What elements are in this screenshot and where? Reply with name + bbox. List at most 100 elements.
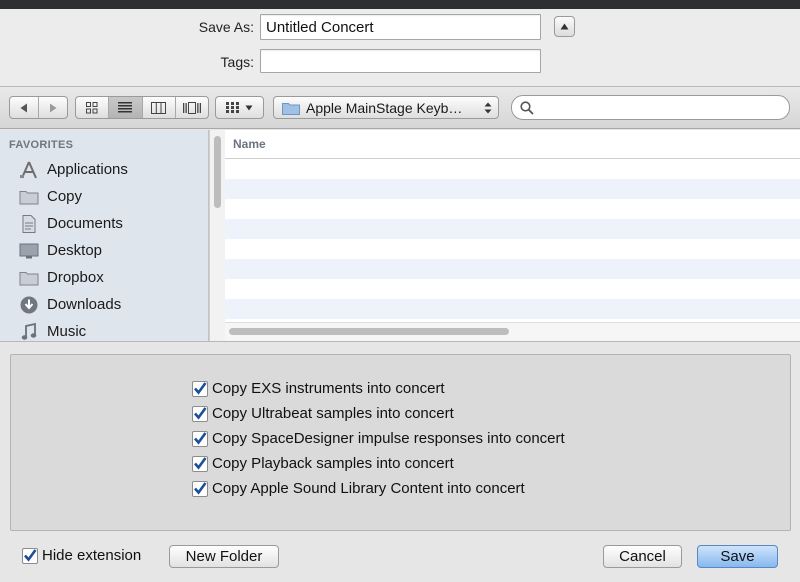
save-button[interactable]: Save — [697, 545, 778, 568]
sidebar-item-label: Desktop — [47, 242, 103, 259]
icon-view-icon — [86, 101, 98, 113]
option-copy-exs[interactable]: Copy EXS instruments into concert — [192, 376, 565, 401]
sidebar-scroll-thumb[interactable] — [214, 136, 221, 208]
icon-view-button[interactable] — [76, 97, 110, 118]
checkbox[interactable] — [192, 405, 208, 422]
list-row — [225, 239, 800, 259]
checkbox[interactable] — [192, 430, 208, 447]
sidebar-item-applications[interactable]: Applications — [0, 156, 208, 183]
sidebar-item-music[interactable]: Music — [0, 318, 208, 341]
location-label: Apple MainStage Keyb… — [306, 99, 463, 116]
arrange-grid-icon — [226, 102, 239, 113]
option-label: Copy EXS instruments into concert — [212, 380, 445, 397]
option-copy-apple-sound-library[interactable]: Copy Apple Sound Library Content into co… — [192, 476, 565, 501]
column-view-icon — [151, 101, 167, 114]
sidebar-item-label: Applications — [47, 161, 128, 178]
up-down-arrows-icon — [484, 102, 492, 113]
option-copy-spacedesigner[interactable]: Copy SpaceDesigner impulse responses int… — [192, 426, 565, 451]
sidebar-item-downloads[interactable]: Downloads — [0, 291, 208, 318]
folder-icon — [282, 102, 300, 115]
list-row — [225, 159, 800, 179]
option-copy-playback[interactable]: Copy Playback samples into concert — [192, 451, 565, 476]
divider — [0, 341, 800, 342]
coverflow-view-button[interactable] — [176, 97, 208, 118]
option-label: Copy Ultrabeat samples into concert — [212, 405, 454, 422]
sidebar-scrollbar[interactable] — [209, 130, 225, 341]
checkmark-icon — [194, 382, 207, 395]
search-field[interactable] — [511, 95, 790, 120]
column-header-name[interactable]: Name — [225, 130, 800, 159]
column-header-label: Name — [233, 137, 266, 151]
forward-icon — [50, 103, 57, 112]
back-button[interactable] — [10, 97, 39, 118]
view-mode-control — [75, 96, 209, 119]
sidebar-item-label: Documents — [47, 215, 123, 232]
sidebar-header-favorites: FAVORITES — [9, 139, 74, 151]
hide-extension-label: Hide extension — [42, 547, 142, 564]
forward-button[interactable] — [39, 97, 67, 118]
checkmark-icon — [24, 549, 37, 562]
save-header: Save As: Tags: — [0, 9, 800, 86]
cancel-button[interactable]: Cancel — [603, 545, 682, 568]
options-panel: Copy EXS instruments into concert Copy U… — [10, 354, 791, 531]
checkmark-icon — [194, 432, 207, 445]
list-row — [225, 199, 800, 219]
option-label: Copy SpaceDesigner impulse responses int… — [212, 430, 565, 447]
list-row — [225, 299, 800, 319]
options-list: Copy EXS instruments into concert Copy U… — [192, 376, 565, 501]
sidebar-item-documents[interactable]: Documents — [0, 210, 208, 237]
back-forward-control — [9, 96, 68, 119]
checkbox[interactable] — [192, 380, 208, 397]
sidebar-item-dropbox[interactable]: Dropbox — [0, 264, 208, 291]
new-folder-button[interactable]: New Folder — [169, 545, 279, 568]
list-row — [225, 279, 800, 299]
save-as-label: Save As: — [198, 19, 254, 35]
desktop-icon — [18, 242, 40, 260]
checkbox[interactable] — [192, 480, 208, 497]
tags-field[interactable] — [260, 49, 541, 73]
checkbox[interactable] — [192, 455, 208, 472]
folder-icon — [18, 269, 40, 287]
hide-extension-toggle[interactable]: Hide extension — [22, 543, 141, 568]
chevron-down-icon — [245, 105, 253, 110]
option-copy-ultrabeat[interactable]: Copy Ultrabeat samples into concert — [192, 401, 565, 426]
arrange-menu-button[interactable] — [215, 96, 264, 119]
list-view-button[interactable] — [109, 97, 143, 118]
column-view-button[interactable] — [143, 97, 176, 118]
list-view-icon — [118, 102, 133, 113]
sidebar-item-label: Music — [47, 323, 87, 340]
horizontal-scrollbar[interactable] — [225, 322, 800, 341]
sidebar-item-desktop[interactable]: Desktop — [0, 237, 208, 264]
sidebar-list: Applications Copy Documents Desktop Drop… — [0, 156, 208, 341]
list-row — [225, 259, 800, 279]
coverflow-view-icon — [182, 101, 201, 114]
save-as-field[interactable] — [260, 14, 541, 40]
music-icon — [18, 322, 40, 341]
sidebar: FAVORITES Applications Copy Documents De… — [0, 130, 209, 341]
option-label: Copy Playback samples into concert — [212, 455, 454, 472]
list-row — [225, 219, 800, 239]
search-input[interactable] — [538, 98, 789, 117]
documents-icon — [18, 214, 40, 233]
sidebar-item-label: Copy — [47, 188, 83, 205]
background-window-strip — [0, 0, 800, 9]
checkbox[interactable] — [22, 547, 38, 564]
option-label: Copy Apple Sound Library Content into co… — [212, 480, 525, 497]
search-icon — [520, 100, 534, 115]
tags-label: Tags: — [220, 54, 254, 70]
applications-icon — [18, 161, 40, 179]
downloads-icon — [18, 296, 40, 314]
collapse-sheet-button[interactable] — [554, 16, 575, 37]
sidebar-item-label: Dropbox — [47, 269, 104, 286]
back-icon — [20, 103, 27, 112]
location-popup[interactable]: Apple MainStage Keyb… — [273, 96, 499, 119]
sidebar-item-copy[interactable]: Copy — [0, 183, 208, 210]
list-row — [225, 179, 800, 199]
checkmark-icon — [194, 407, 207, 420]
chevron-up-icon — [560, 23, 569, 30]
folder-icon — [18, 188, 40, 206]
sidebar-item-label: Downloads — [47, 296, 122, 313]
horizontal-scroll-thumb[interactable] — [229, 328, 509, 335]
checkmark-icon — [194, 457, 207, 470]
file-list: Name — [225, 130, 800, 341]
